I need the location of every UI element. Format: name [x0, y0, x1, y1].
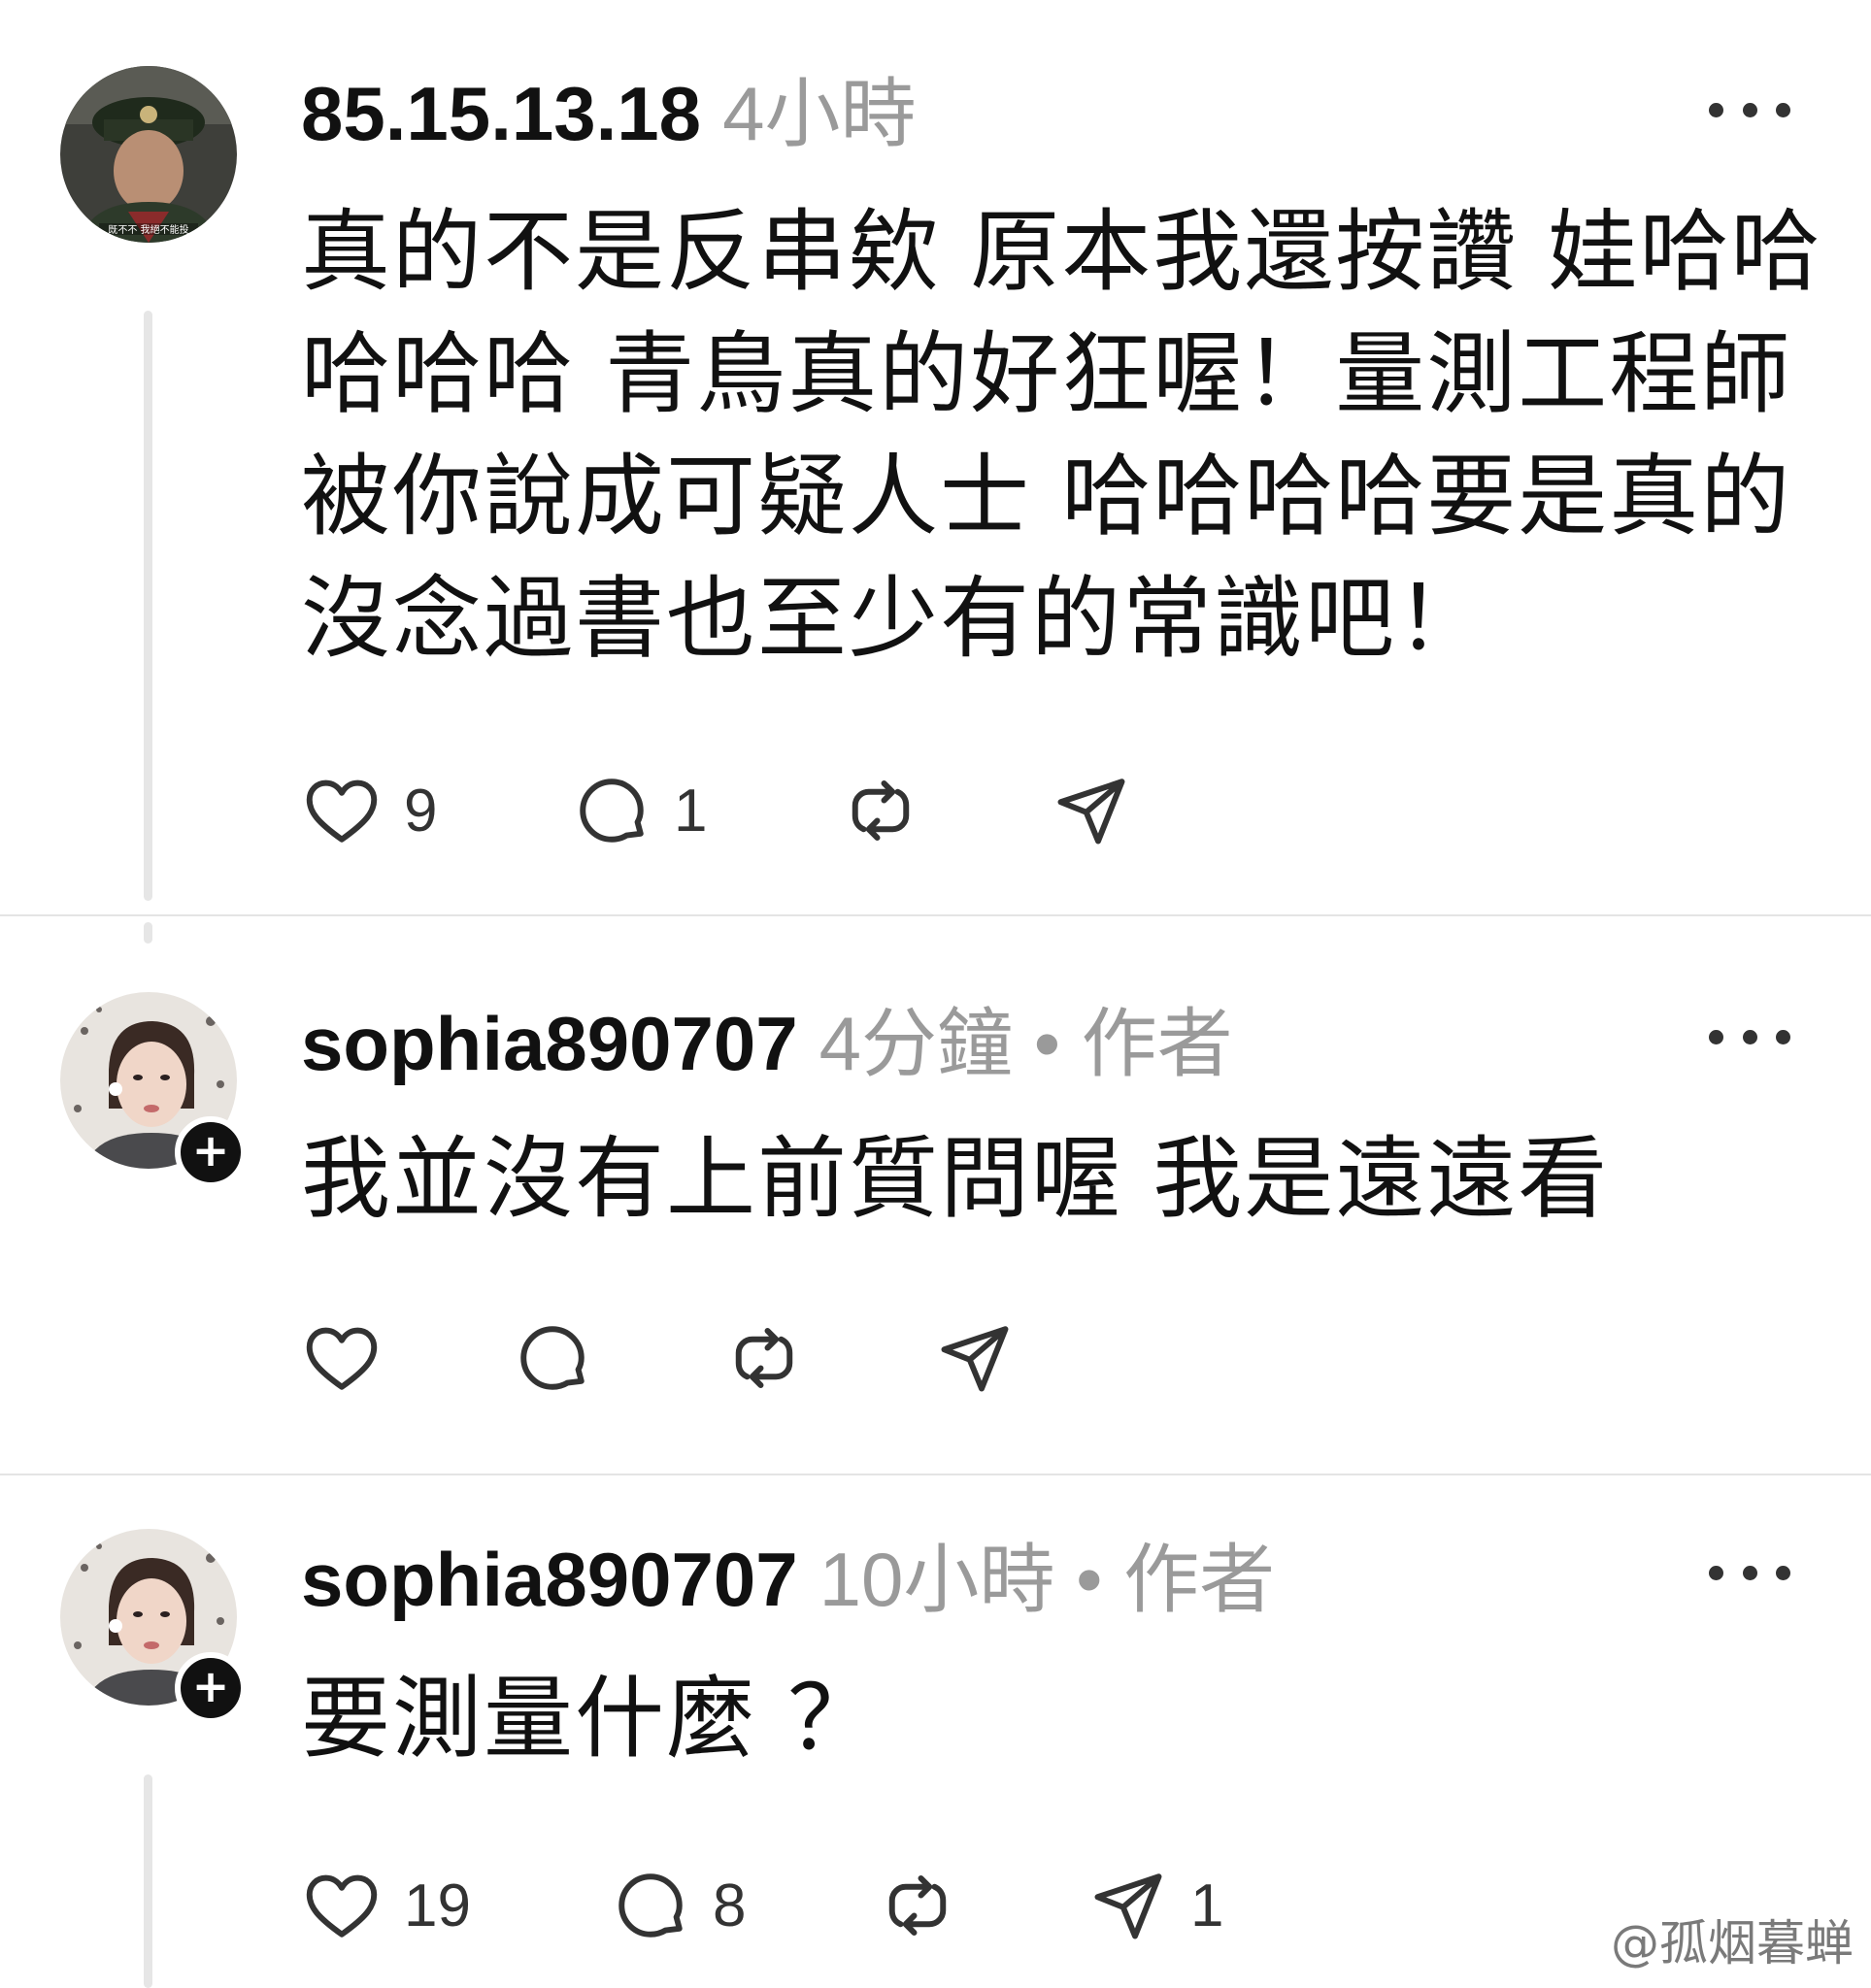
more-dots-icon[interactable] — [1709, 1561, 1790, 1584]
comment-bubble-icon — [610, 1865, 691, 1946]
repost-button[interactable] — [723, 1314, 805, 1402]
username[interactable]: 85.15.13.18 — [301, 71, 701, 156]
repost-icon — [840, 770, 921, 851]
repost-icon — [877, 1865, 958, 1946]
like-count: 19 — [404, 1872, 471, 1939]
share-button[interactable]: 1 — [1087, 1862, 1223, 1949]
share-button[interactable] — [934, 1314, 1016, 1402]
username[interactable]: sophia890707 — [301, 1537, 798, 1622]
timestamp: 4分鐘 • 作者 — [819, 1001, 1233, 1086]
divider — [0, 1474, 1871, 1475]
follow-button[interactable]: + — [175, 1652, 247, 1724]
comment-bubble-icon — [571, 770, 652, 851]
comment-text: 要測量什麼 ？ — [301, 1667, 880, 1771]
reply-count: 1 — [674, 777, 708, 845]
heart-icon — [301, 1317, 383, 1399]
thread-line — [144, 922, 152, 944]
thread-line — [144, 311, 152, 901]
reply-button[interactable] — [512, 1314, 593, 1402]
username[interactable]: sophia890707 — [301, 1001, 798, 1086]
repost-button[interactable] — [840, 767, 921, 854]
plus-icon: + — [191, 1660, 230, 1712]
like-count: 9 — [404, 777, 438, 845]
send-icon — [1087, 1865, 1169, 1946]
comment-bubble-icon — [512, 1317, 593, 1399]
comment-header: sophia890707 4分鐘 • 作者 — [301, 1000, 1233, 1088]
more-dots-icon[interactable] — [1709, 98, 1790, 121]
repost-icon — [723, 1317, 805, 1399]
timestamp: 10小時 • 作者 — [819, 1537, 1276, 1622]
share-button[interactable] — [1051, 767, 1132, 854]
like-button[interactable]: 9 — [301, 767, 437, 854]
heart-icon — [301, 1865, 383, 1946]
more-dots-icon[interactable] — [1709, 1025, 1790, 1048]
send-icon — [1051, 770, 1132, 851]
reply-button[interactable]: 1 — [571, 767, 707, 854]
follow-button[interactable]: + — [175, 1116, 247, 1188]
like-button[interactable]: 19 — [301, 1862, 471, 1949]
plus-icon: + — [191, 1124, 230, 1176]
comment-header: sophia890707 10小時 • 作者 — [301, 1536, 1275, 1624]
thread-line — [144, 1774, 152, 1988]
avatar-caption: 既不不 我絕不能投 — [108, 223, 188, 236]
send-icon — [934, 1317, 1016, 1399]
comment-header: 85.15.13.18 4小時 — [301, 70, 916, 158]
timestamp: 4小時 — [722, 71, 917, 156]
share-count: 1 — [1190, 1872, 1224, 1939]
comment-text: 我並沒有上前質問喔 我是遠遠看 — [301, 1127, 1610, 1231]
divider — [0, 914, 1871, 916]
heart-icon — [301, 770, 383, 851]
watermark: @孤烟暮蝉 — [1611, 1915, 1854, 1971]
like-button[interactable] — [301, 1314, 383, 1402]
avatar[interactable]: 既不不 我絕不能投 — [60, 66, 237, 243]
comment-text: 真的不是反串欸 原本我還按讚 娃哈哈哈哈哈 青鳥真的好狂喔！量測工程師被你說成可… — [301, 200, 1822, 671]
reply-button[interactable]: 8 — [610, 1862, 746, 1949]
reply-count: 8 — [713, 1872, 747, 1939]
repost-button[interactable] — [877, 1862, 958, 1949]
